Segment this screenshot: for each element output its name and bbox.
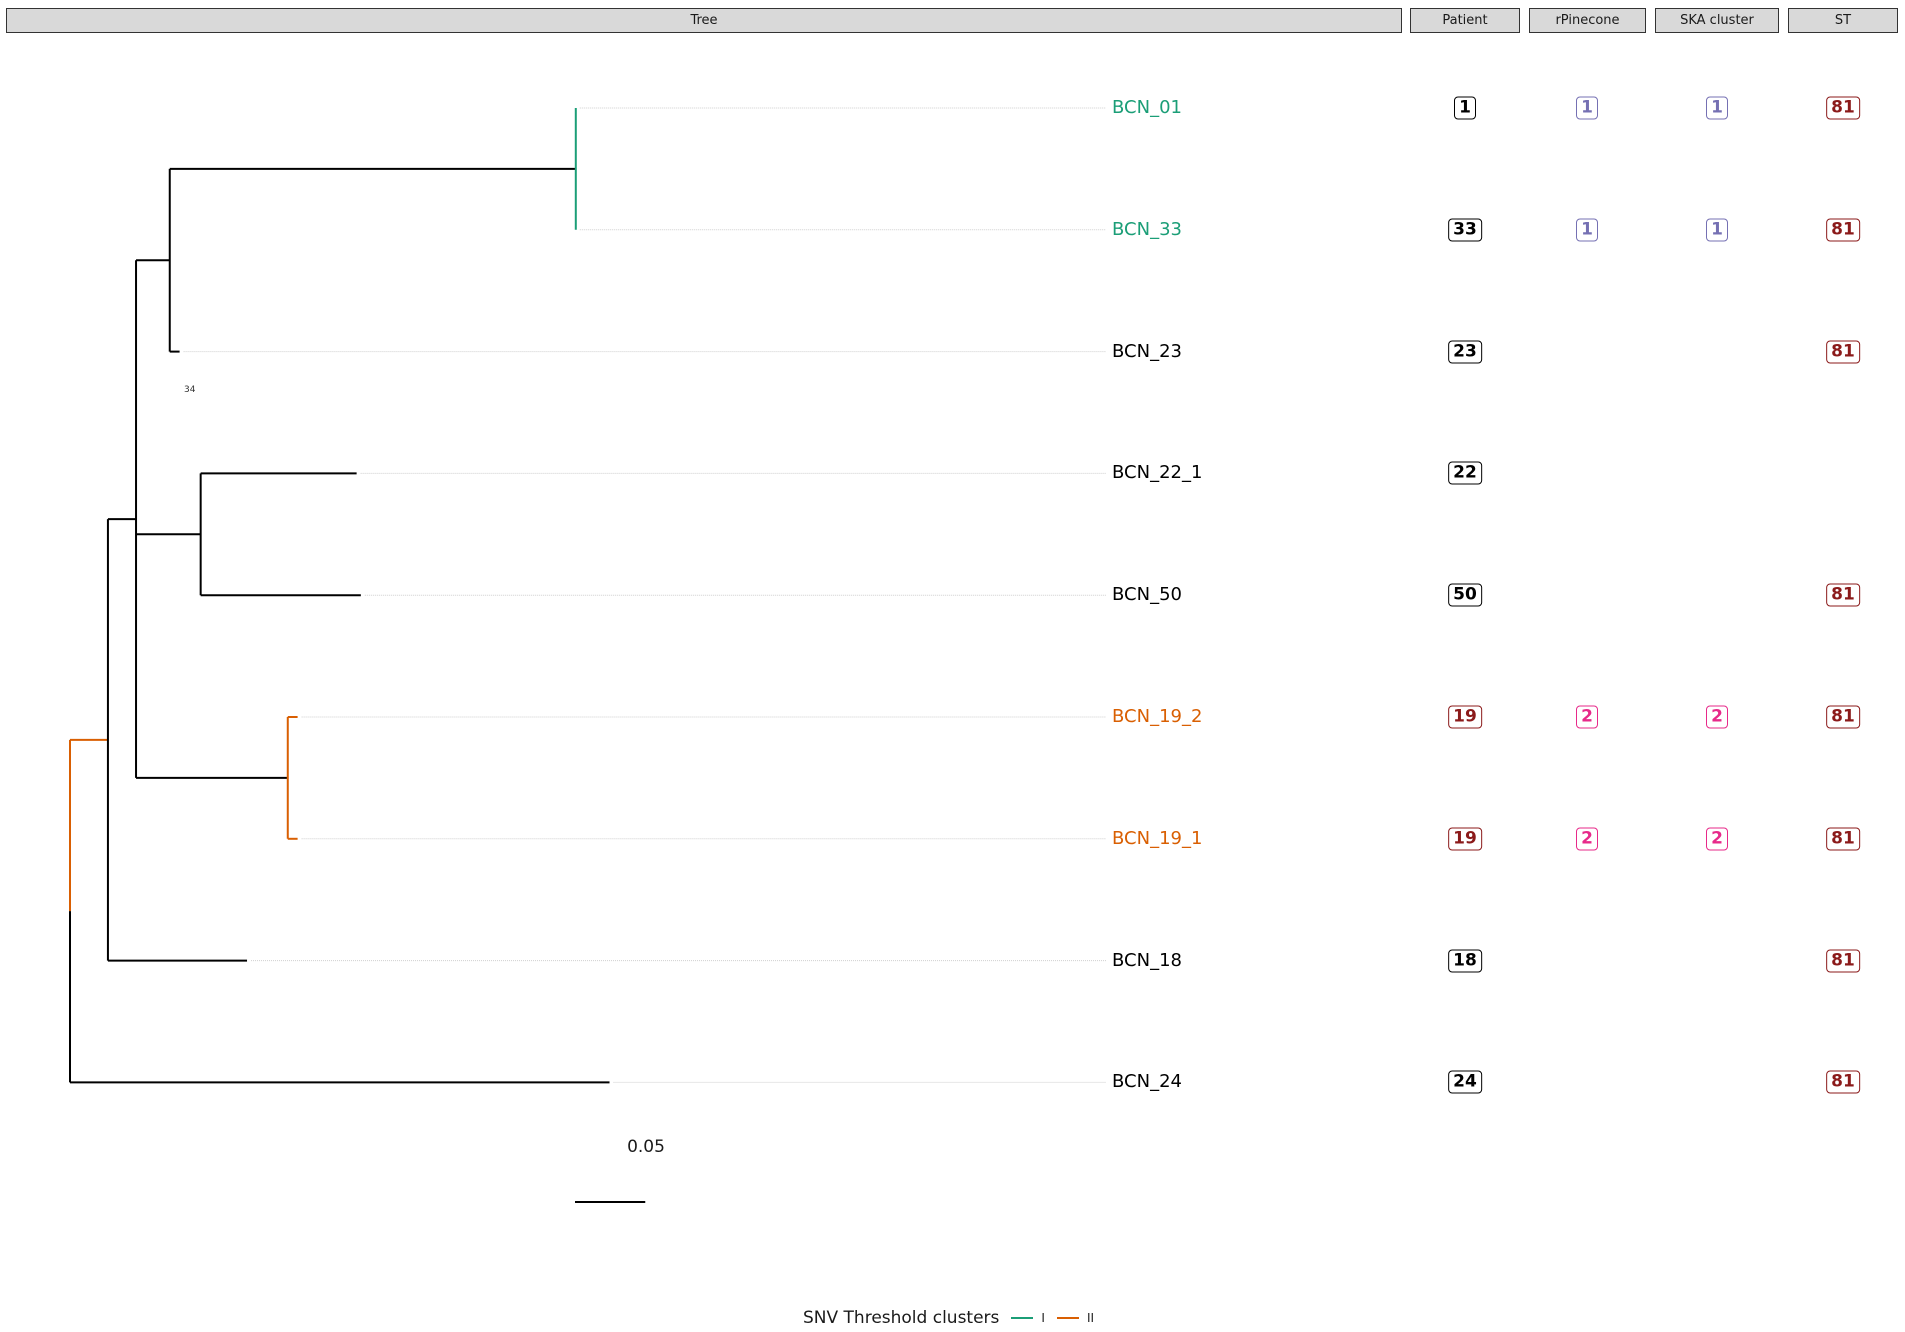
legend: SNV Threshold clusters I II <box>803 1308 1094 1328</box>
tree-svg <box>69 107 1106 1203</box>
rpinecone-badge: 2 <box>1576 827 1598 851</box>
tip-label: BCN_33 <box>1112 218 1182 240</box>
legend-swatch-I <box>1011 1317 1034 1319</box>
tip-label: BCN_22_1 <box>1112 462 1203 484</box>
tip-label: BCN_01 <box>1112 97 1182 118</box>
scale-bar-label: 0.05 <box>627 1137 665 1157</box>
st-badge: 81 <box>1826 1070 1860 1094</box>
phylogenetic-figure: Tree Patient rPinecone SKA cluster ST BC… <box>0 0 1905 1332</box>
rpinecone-badge: 1 <box>1576 218 1598 242</box>
tip-label: BCN_19_2 <box>1112 706 1203 727</box>
legend-key-I: I <box>1011 1311 1045 1325</box>
patient-badge: 18 <box>1448 949 1482 973</box>
patient-badge: 1 <box>1454 96 1476 120</box>
st-badge: 81 <box>1826 583 1860 607</box>
rpinecone-badge: 1 <box>1576 96 1598 120</box>
st-badge: 81 <box>1826 96 1860 120</box>
rpinecone-badge: 2 <box>1576 705 1598 729</box>
legend-key-II: II <box>1056 1311 1095 1325</box>
st-badge: 81 <box>1826 218 1860 242</box>
ska-cluster-badge: 2 <box>1706 705 1728 729</box>
st-badge: 81 <box>1826 340 1860 364</box>
node-support-label: 34 <box>184 385 196 395</box>
patient-badge: 19 <box>1448 705 1482 729</box>
legend-key-I-label: I <box>1041 1311 1045 1325</box>
legend-title: SNV Threshold clusters <box>803 1308 1000 1328</box>
patient-badge: 33 <box>1448 218 1482 242</box>
tip-label: BCN_18 <box>1112 949 1182 971</box>
ska-cluster-badge: 1 <box>1706 218 1728 242</box>
tip-label: BCN_24 <box>1112 1071 1182 1093</box>
patient-badge: 19 <box>1448 827 1482 851</box>
patient-badge: 23 <box>1448 340 1482 364</box>
st-badge: 81 <box>1826 827 1860 851</box>
ska-cluster-badge: 2 <box>1706 827 1728 851</box>
patient-badge: 50 <box>1448 583 1482 607</box>
patient-badge: 24 <box>1448 1070 1482 1094</box>
tip-label: BCN_23 <box>1112 340 1182 362</box>
tip-label: BCN_50 <box>1112 584 1182 606</box>
patient-badge: 22 <box>1448 461 1482 485</box>
st-badge: 81 <box>1826 949 1860 973</box>
legend-key-II-label: II <box>1086 1311 1095 1325</box>
ska-cluster-badge: 1 <box>1706 96 1728 120</box>
tip-label: BCN_19_1 <box>1112 827 1203 849</box>
legend-swatch-II <box>1056 1317 1079 1319</box>
st-badge: 81 <box>1826 705 1860 729</box>
